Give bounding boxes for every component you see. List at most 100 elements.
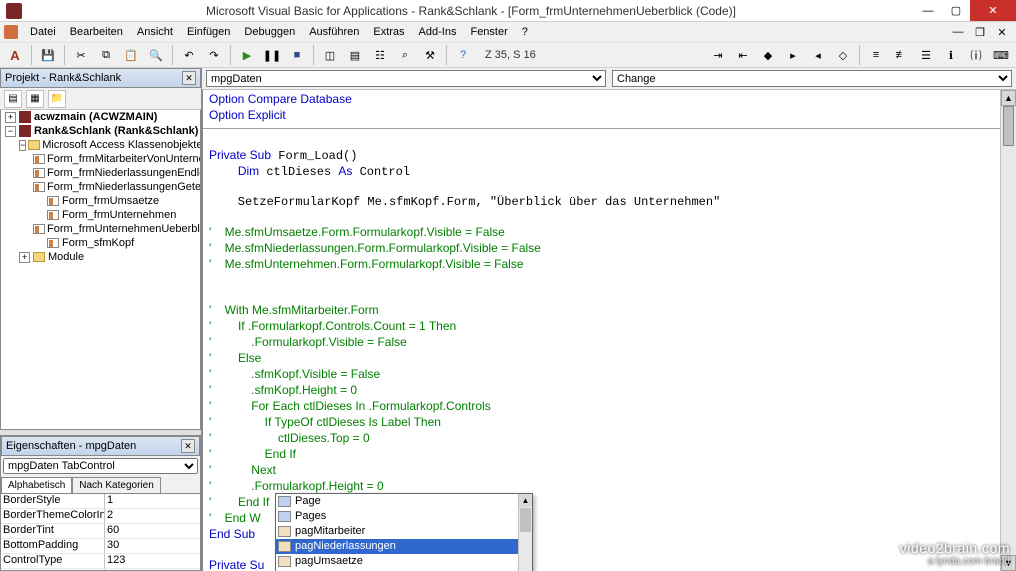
bookmark-clear-icon[interactable]: ◇ <box>832 44 854 66</box>
property-row[interactable]: BorderStyle1 <box>1 494 200 509</box>
tree-node[interactable]: Form_frmNiederlassungenGeteil <box>1 180 200 194</box>
property-row[interactable]: ControlType123 <box>1 554 200 569</box>
find-icon[interactable]: 🔍 <box>145 44 167 66</box>
tree-node[interactable]: Form_frmUnternehmen <box>1 208 200 222</box>
property-row[interactable]: BorderThemeColorInd2 <box>1 509 200 524</box>
mdi-minimize-button[interactable]: — <box>948 24 968 40</box>
project-panel-toolbar: ▤ ▦ 📁 <box>0 88 201 110</box>
intellisense-item[interactable]: pagUmsaetze <box>276 554 532 569</box>
procedure-combo[interactable]: Change <box>612 70 1012 87</box>
mdi-restore-button[interactable]: ❐ <box>970 24 990 40</box>
vba-app-icon <box>6 3 22 19</box>
menu-fenster[interactable]: Fenster <box>464 24 513 40</box>
tab-nach-kategorien[interactable]: Nach Kategorien <box>72 477 161 493</box>
uncomment-icon[interactable]: ≢ <box>890 44 912 66</box>
intellisense-item[interactable]: Page <box>276 494 532 509</box>
intellisense-item[interactable]: pagNiederlassungen <box>276 539 532 554</box>
intellisense-scrollbar[interactable]: ▲▼ <box>518 494 532 571</box>
menu-help[interactable]: ? <box>516 24 534 40</box>
properties-panel: Eigenschaften - mpgDaten ✕ mpgDaten TabC… <box>0 435 201 571</box>
redo-icon[interactable]: ↷ <box>203 44 225 66</box>
property-row[interactable]: BorderTint60 <box>1 524 200 539</box>
properties-panel-title: Eigenschaften - mpgDaten <box>6 440 136 452</box>
stop-icon[interactable]: ■ <box>286 44 308 66</box>
tree-node[interactable]: Form_frmUmsaetze <box>1 194 200 208</box>
properties-grid[interactable]: BorderStyle1BorderThemeColorInd2BorderTi… <box>1 494 200 570</box>
tab-alphabetisch[interactable]: Alphabetisch <box>1 477 72 493</box>
pause-icon[interactable]: ❚❚ <box>261 44 283 66</box>
tree-node[interactable]: Form_sfmKopf <box>1 236 200 250</box>
close-button[interactable]: ✕ <box>970 0 1016 21</box>
design-icon[interactable]: ◫ <box>319 44 341 66</box>
scroll-up-button[interactable]: ▲ <box>1001 90 1016 106</box>
properties-tabs: Alphabetisch Nach Kategorien <box>1 476 200 494</box>
param-info-icon[interactable]: ⒤ <box>965 44 987 66</box>
toolbox-icon[interactable]: ⚒ <box>419 44 441 66</box>
menu-bearbeiten[interactable]: Bearbeiten <box>64 24 129 40</box>
tree-node[interactable]: +Module <box>1 250 200 264</box>
save-icon[interactable]: 💾 <box>37 44 59 66</box>
bookmark-prev-icon[interactable]: ◂ <box>807 44 829 66</box>
code-editor[interactable]: Option Compare Database Option Explicit … <box>202 90 1016 571</box>
maximize-button[interactable]: ▢ <box>942 0 970 21</box>
cursor-position-status: Z 35, S 16 <box>485 49 536 61</box>
tree-node[interactable]: −Microsoft Access Klassenobjekte <box>1 138 200 152</box>
bookmark-icon[interactable]: ◆ <box>757 44 779 66</box>
toggle-folders-button[interactable]: 📁 <box>48 90 66 108</box>
view-object-button[interactable]: ▦ <box>26 90 44 108</box>
quick-info-icon[interactable]: ℹ <box>940 44 962 66</box>
code-vertical-scrollbar[interactable]: ▲ ▼ <box>1000 90 1016 571</box>
bookmark-next-icon[interactable]: ▸ <box>782 44 804 66</box>
properties-panel-close[interactable]: ✕ <box>181 439 195 453</box>
project-panel-close[interactable]: ✕ <box>182 71 196 85</box>
window-title: Microsoft Visual Basic for Applications … <box>28 4 914 18</box>
project-tree[interactable]: +acwzmain (ACWZMAIN)−Rank&Schlank (Rank&… <box>0 110 201 430</box>
tree-node[interactable]: Form_frmNiederlassungenEndlos <box>1 166 200 180</box>
browser-icon[interactable]: ⌕ <box>394 44 416 66</box>
property-row[interactable]: DisplayWhen0 <box>1 569 200 570</box>
property-row[interactable]: BottomPadding30 <box>1 539 200 554</box>
intellisense-popup[interactable]: PagePagespagMitarbeiterpagNiederlassunge… <box>275 493 533 571</box>
run-icon[interactable]: ▶ <box>236 44 258 66</box>
menu-datei[interactable]: Datei <box>24 24 62 40</box>
view-code-button[interactable]: ▤ <box>4 90 22 108</box>
props-icon[interactable]: ☷ <box>369 44 391 66</box>
intellisense-item[interactable]: pagMitarbeiter <box>276 524 532 539</box>
tree-node[interactable]: Form_frmUnternehmenUeberblic <box>1 222 200 236</box>
help-icon[interactable]: ? <box>452 44 474 66</box>
menu-debuggen[interactable]: Debuggen <box>238 24 301 40</box>
member-icon <box>278 511 291 522</box>
menu-ansicht[interactable]: Ansicht <box>131 24 179 40</box>
project-panel-title: Projekt - Rank&Schlank <box>5 72 121 84</box>
code-combo-bar: mpgDaten Change <box>202 68 1016 90</box>
member-icon <box>278 526 291 537</box>
object-combo[interactable]: mpgDaten <box>206 70 606 87</box>
minimize-button[interactable]: — <box>914 0 942 21</box>
paste-icon[interactable]: 📋 <box>120 44 142 66</box>
access-icon[interactable]: A <box>4 44 26 66</box>
copy-icon[interactable]: ⧉ <box>95 44 117 66</box>
properties-panel-header: Eigenschaften - mpgDaten ✕ <box>1 436 200 456</box>
intellisense-item[interactable]: Pages <box>276 509 532 524</box>
menu-einfuegen[interactable]: Einfügen <box>181 24 236 40</box>
mdi-close-button[interactable]: ✕ <box>992 24 1012 40</box>
menu-ausfuehren[interactable]: Ausführen <box>303 24 365 40</box>
indent-icon[interactable]: ⇥ <box>707 44 729 66</box>
menu-addins[interactable]: Add-Ins <box>413 24 463 40</box>
tree-node[interactable]: +acwzmain (ACWZMAIN) <box>1 110 200 124</box>
cut-icon[interactable]: ✂ <box>70 44 92 66</box>
tree-node[interactable]: Form_frmMitarbeiterVonUnterne <box>1 152 200 166</box>
complete-word-icon[interactable]: ⌨ <box>990 44 1012 66</box>
list-members-icon[interactable]: ☰ <box>915 44 937 66</box>
outdent-icon[interactable]: ⇤ <box>732 44 754 66</box>
member-icon <box>278 541 291 552</box>
comment-icon[interactable]: ≡ <box>865 44 887 66</box>
watermark: video2brain.com a lynda.com brand <box>900 540 1010 567</box>
project-icon[interactable]: ▤ <box>344 44 366 66</box>
code-pane: mpgDaten Change Option Compare Database … <box>202 68 1016 571</box>
menu-extras[interactable]: Extras <box>367 24 410 40</box>
tree-node[interactable]: −Rank&Schlank (Rank&Schlank) <box>1 124 200 138</box>
undo-icon[interactable]: ↶ <box>178 44 200 66</box>
scroll-thumb[interactable] <box>1003 106 1014 146</box>
properties-object-combo[interactable]: mpgDaten TabControl <box>3 458 198 474</box>
